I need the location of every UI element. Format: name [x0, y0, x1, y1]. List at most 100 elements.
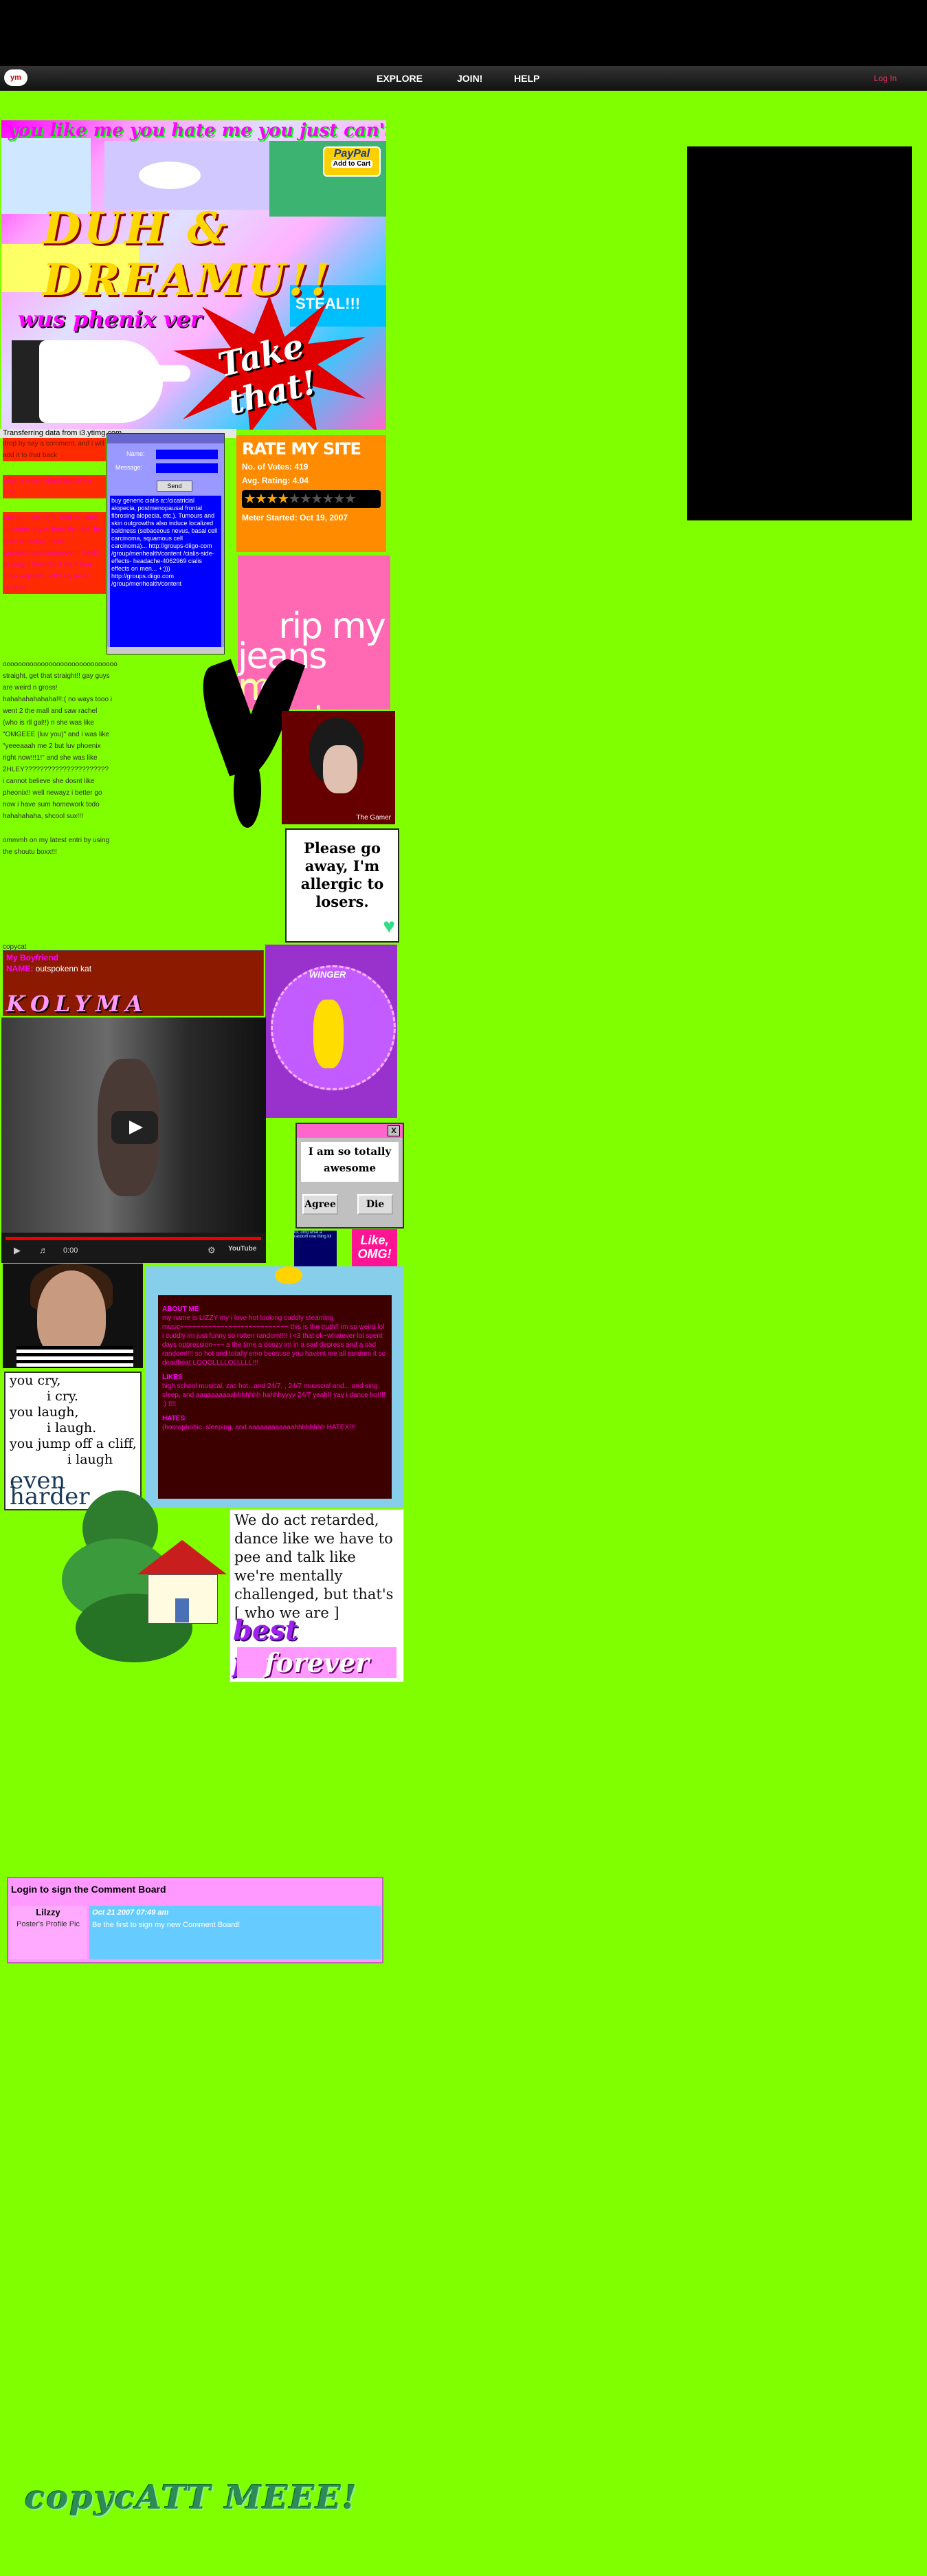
winger-image: WINGER — [265, 945, 397, 1118]
about-me-panel: ABOUT ME my name is LIZZY my i love hot … — [146, 1266, 404, 1507]
star-empty-icon[interactable]: ★ — [312, 492, 323, 505]
about-me-inner[interactable]: ABOUT ME my name is LIZZY my i love hot … — [158, 1295, 392, 1499]
rate-votes-label: No. of Votes: — [242, 462, 293, 472]
ucry-l1: you cry, — [10, 1373, 61, 1388]
header-main-words: DUH & DREAMU!! — [43, 203, 333, 306]
nav-join[interactable]: JOIN! — [457, 73, 482, 84]
meter-started: Meter Started: Oct 19, 2007 — [242, 513, 348, 522]
ad-banner[interactable] — [687, 146, 912, 520]
hates-heading: HATES — [162, 1415, 186, 1422]
photo-striped-shirt — [16, 1346, 133, 1368]
left2-p3: ommmh on my latest entri by using the sh… — [3, 837, 110, 856]
heart-icon: ♥ — [383, 915, 395, 938]
best-friends-image: We do act retarded, dance like we have t… — [230, 1509, 404, 1682]
rating-stars[interactable]: ★★★★★★★★★★ — [242, 490, 381, 508]
ucry-l2: i cry. — [47, 1389, 79, 1404]
youtube-logo[interactable]: YouTube — [228, 1245, 256, 1253]
duck-icon — [275, 1266, 302, 1284]
left-text-p3: wus phoenix right, that so, who do come … — [3, 512, 106, 594]
dialog-message: I am so totally awesome — [301, 1142, 399, 1182]
bff-line2: forever — [237, 1647, 397, 1678]
video-controls: ▶ ♬ 0:00 YouTube ⚙ — [1, 1233, 266, 1263]
header-sprinkle-text: you like me you hate me you just can't g… — [8, 120, 386, 141]
please-text: Please go away, I'm allergic to losers. — [300, 839, 384, 910]
settings-icon[interactable]: ⚙ — [208, 1245, 216, 1256]
about-heading: ABOUT ME — [162, 1306, 199, 1313]
emo-photo: The Gamer — [282, 711, 395, 824]
dialog-die-button[interactable]: Die — [357, 1194, 393, 1215]
star-empty-icon[interactable]: ★ — [289, 492, 300, 505]
star-filled-icon[interactable]: ★ — [245, 492, 256, 505]
dialog-agree-button[interactable]: Agree — [302, 1194, 338, 1215]
dialog-close-button[interactable]: X — [388, 1125, 400, 1136]
boyfriend-name-label: NAME: — [6, 964, 34, 973]
rate-votes-value: 419 — [294, 462, 309, 472]
ucry-l4: i laugh. — [47, 1420, 97, 1435]
please-go-away-image: Please go away, I'm allergic to losers. … — [285, 828, 399, 943]
shoutbox-header — [107, 434, 224, 443]
left-text-p2: wow, a weird about baby!! so emo — [3, 475, 106, 498]
house-door — [175, 1598, 189, 1622]
play-button[interactable] — [111, 1111, 158, 1144]
black-wings-graphic — [192, 649, 306, 828]
left2-p1: oooooooooooooooooooooooooooooo straight,… — [3, 661, 118, 773]
star-empty-icon[interactable]: ★ — [334, 492, 345, 505]
shout-message-input[interactable] — [155, 463, 219, 474]
rate-avg-label: Avg. Rating: — [242, 476, 291, 485]
star-filled-icon[interactable]: ★ — [256, 492, 267, 505]
header-collage: STEAL!!! you like me you hate me you jus… — [1, 120, 386, 430]
wing-body — [234, 752, 261, 828]
hates-text: (homophobic, sleeping, and aaaaaaaaaaaah… — [162, 1424, 355, 1431]
comment-poster[interactable]: Lilzzy Poster's Profile Pic — [10, 1906, 87, 1959]
bottom-glitter-text: copycATT MEEE! — [25, 2478, 358, 2517]
likes-text: high school musical, zac hot...and 24/7.… — [162, 1383, 386, 1408]
rate-my-site: RATE MY SITE No. of Votes: 419 Avg. Rati… — [236, 435, 386, 552]
shout-message-label: Message: — [115, 464, 143, 471]
dialog-titlebar: X — [297, 1124, 403, 1138]
star-empty-icon[interactable]: ★ — [323, 492, 334, 505]
star-filled-icon[interactable]: ★ — [278, 492, 289, 505]
star-filled-icon[interactable]: ★ — [267, 492, 278, 505]
shout-send-button[interactable]: Send — [157, 481, 192, 492]
comment-board: Login to sign the Comment Board Lilzzy P… — [7, 1877, 383, 1963]
shout-name-input[interactable] — [155, 449, 219, 460]
paypal-sub: Add to Cart — [331, 160, 372, 168]
video-time: 0:00 — [63, 1246, 78, 1255]
rate-title: RATE MY SITE — [242, 439, 361, 459]
volume-icon[interactable]: ♬ — [39, 1245, 48, 1255]
ucry-l3: you laugh, — [10, 1405, 79, 1420]
house-roof — [137, 1540, 227, 1574]
collage-cloud — [139, 162, 201, 189]
poster-name[interactable]: Lilzzy — [10, 1907, 87, 1917]
site-logo[interactable]: ym — [4, 69, 27, 86]
paypal-button[interactable]: PayPal Add to Cart — [323, 146, 381, 177]
video-progress[interactable] — [5, 1237, 261, 1240]
comment-board-header[interactable]: Login to sign the Comment Board — [8, 1878, 382, 1897]
rate-avg-value: 4.04 — [292, 476, 309, 485]
shout-messages[interactable]: buy generic cialis a::/cicatricial alope… — [110, 496, 221, 648]
emo-face — [323, 745, 357, 793]
poster-pic[interactable]: Poster's Profile Pic — [16, 1920, 80, 1928]
left-text-p1: drop by say a comment, and i will add it… — [3, 438, 106, 461]
left-column-text2: oooooooooooooooooooooooooooooo straight,… — [3, 659, 118, 858]
play-small-icon[interactable]: ▶ — [14, 1245, 21, 1256]
about-text: my name is LIZZY my i love hot looking c… — [162, 1314, 386, 1367]
bff-text: We do act retarded, dance like we have t… — [234, 1512, 394, 1621]
shoutbox: Name: Message: Send buy generic cialis a… — [107, 433, 225, 654]
boyfriend-name-value: outspokenn kat — [35, 964, 92, 973]
boyfriend-name-row: NAME: outspokenn kat — [3, 962, 263, 975]
emo-tag: The Gamer — [356, 814, 391, 822]
login-link[interactable]: Log In — [874, 74, 897, 83]
mini-blue-text: lol, omg what a random one thing lol — [294, 1231, 337, 1266]
top-black-band — [0, 0, 927, 66]
left2-p2: i cannot believe she dosnt like pheonix!… — [3, 778, 102, 820]
star-empty-icon[interactable]: ★ — [345, 492, 356, 505]
star-empty-icon[interactable]: ★ — [300, 492, 311, 505]
pointing-hand-icon — [39, 340, 190, 423]
rate-avg-row: Avg. Rating: 4.04 — [236, 474, 386, 487]
youtube-player[interactable]: ▶ ♬ 0:00 YouTube ⚙ — [1, 1017, 266, 1263]
rate-votes-row: No. of Votes: 419 — [236, 460, 386, 474]
winger-label: WINGER — [309, 969, 346, 980]
nav-help[interactable]: HELP — [514, 73, 539, 84]
nav-explore[interactable]: EXPLORE — [377, 73, 423, 84]
